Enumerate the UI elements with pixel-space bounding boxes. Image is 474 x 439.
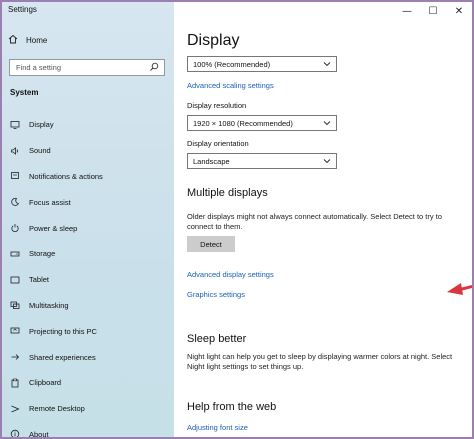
sidebar-item-label: Shared experiences [29, 352, 96, 362]
chevron-down-icon [323, 60, 331, 70]
window-title: Settings [8, 5, 37, 14]
help-web-heading: Help from the web [187, 401, 277, 413]
sidebar-item-display[interactable]: Display [2, 112, 174, 138]
notification-icon [10, 171, 20, 181]
sidebar-item-clipboard[interactable]: Clipboard [2, 370, 174, 396]
home-label: Home [26, 35, 48, 45]
sidebar-item-label: Display [29, 120, 54, 130]
orientation-value: Landscape [193, 156, 230, 166]
sidebar-item-about[interactable]: About [2, 422, 174, 439]
storage-icon [10, 249, 20, 259]
sidebar-item-remote-desktop[interactable]: Remote Desktop [2, 396, 174, 422]
resolution-value: 1920 × 1080 (Recommended) [193, 118, 293, 128]
info-icon [10, 429, 20, 437]
detect-button[interactable]: Detect [187, 236, 235, 252]
resolution-dropdown[interactable]: 1920 × 1080 (Recommended) [187, 115, 337, 131]
window-controls: — ☐ ✕ [394, 2, 472, 20]
power-icon [10, 223, 20, 233]
search-placeholder: Find a setting [16, 63, 62, 72]
sidebar-home[interactable]: Home [8, 34, 47, 46]
sidebar-item-label: Remote Desktop [29, 404, 85, 414]
chevron-down-icon [323, 119, 331, 129]
page-title: Display [187, 32, 240, 49]
multiple-displays-heading: Multiple displays [187, 187, 268, 199]
adjusting-font-size-link[interactable]: Adjusting font size [187, 423, 248, 432]
clipboard-icon [10, 378, 20, 388]
scale-dropdown[interactable]: 100% (Recommended) [187, 56, 337, 72]
sidebar-item-label: Power & sleep [29, 223, 78, 233]
remote-desktop-icon [10, 404, 20, 414]
sidebar-item-label: About [29, 429, 49, 439]
multitasking-icon [10, 300, 20, 310]
sidebar-section-system: System [10, 88, 39, 97]
sidebar-item-label: Clipboard [29, 378, 62, 388]
search-icon [149, 62, 159, 74]
sidebar-item-label: Storage [29, 249, 56, 259]
maximize-button[interactable]: ☐ [420, 2, 446, 20]
sidebar-item-storage[interactable]: Storage [2, 241, 174, 267]
tablet-icon [10, 275, 20, 285]
sidebar-item-label: Multitasking [29, 300, 69, 310]
sleep-better-heading: Sleep better [187, 333, 247, 345]
chevron-down-icon [323, 157, 331, 167]
sidebar-nav: Display Sound Notifications & actions Fo… [2, 112, 174, 439]
projecting-icon [10, 326, 20, 336]
sidebar-item-multitasking[interactable]: Multitasking [2, 293, 174, 319]
shared-icon [10, 352, 20, 362]
orientation-label: Display orientation [187, 139, 249, 148]
sidebar-item-notifications[interactable]: Notifications & actions [2, 164, 174, 190]
settings-window: Home Find a setting System Display Sound… [0, 0, 474, 439]
search-input[interactable]: Find a setting [9, 59, 165, 76]
sidebar-item-tablet[interactable]: Tablet [2, 267, 174, 293]
sidebar-item-power-sleep[interactable]: Power & sleep [2, 215, 174, 241]
resolution-label: Display resolution [187, 101, 247, 110]
sidebar-item-projecting[interactable]: Projecting to this PC [2, 318, 174, 344]
minimize-button[interactable]: — [394, 2, 420, 20]
orientation-dropdown[interactable]: Landscape [187, 153, 337, 169]
annotation-arrow [447, 283, 472, 295]
title-bar[interactable]: Settings — ☐ ✕ [2, 2, 472, 20]
advanced-scaling-link[interactable]: Advanced scaling settings [187, 81, 274, 90]
main-content: Display 100% (Recommended) Advanced scal… [174, 20, 472, 437]
sidebar-item-label: Tablet [29, 275, 50, 285]
sidebar-item-label: Sound [29, 146, 51, 156]
advanced-display-settings-link[interactable]: Advanced display settings [187, 270, 274, 279]
close-button[interactable]: ✕ [446, 2, 472, 20]
sleep-better-text: Night light can help you get to sleep by… [187, 352, 453, 371]
home-icon [8, 34, 18, 46]
sidebar-item-label: Notifications & actions [29, 171, 103, 181]
sidebar-item-focus-assist[interactable]: Focus assist [2, 189, 174, 215]
sidebar-item-shared-experiences[interactable]: Shared experiences [2, 344, 174, 370]
sidebar: Home Find a setting System Display Sound… [2, 2, 174, 439]
sidebar-item-label: Projecting to this PC [29, 326, 97, 336]
sidebar-item-label: Focus assist [29, 197, 71, 207]
multiple-displays-text: Older displays might not always connect … [187, 212, 442, 231]
speaker-icon [10, 146, 20, 156]
graphics-settings-link[interactable]: Graphics settings [187, 290, 245, 299]
scale-value: 100% (Recommended) [193, 59, 271, 69]
monitor-icon [10, 120, 20, 130]
moon-icon [10, 197, 20, 207]
sidebar-item-sound[interactable]: Sound [2, 138, 174, 164]
